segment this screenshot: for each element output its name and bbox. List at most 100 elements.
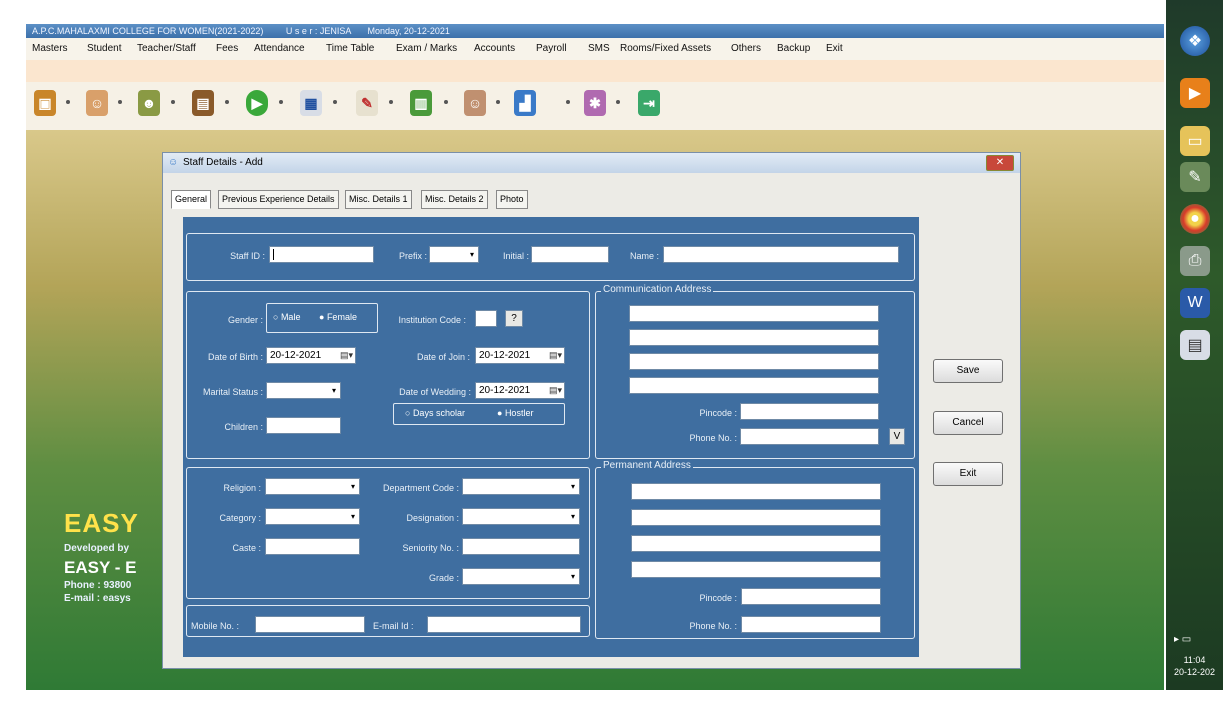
marital-status-select[interactable]: ▾ [266,382,341,399]
chevron-down-icon: ▾ [570,572,575,581]
books-icon[interactable]: ▤ [192,90,214,116]
menu-payroll[interactable]: Payroll [536,43,567,54]
app-window-icon[interactable]: ▤ [1180,330,1210,360]
menu-exam-marks[interactable]: Exam / Marks [396,43,457,54]
menu-accounts[interactable]: Accounts [474,43,515,54]
word-icon[interactable]: W [1180,288,1210,318]
save-button[interactable]: Save [933,359,1003,383]
female-radio[interactable]: ● Female [319,312,357,322]
initial-field[interactable] [531,246,609,263]
religion-label: Religion : [223,483,261,493]
person-icon[interactable]: ☺ [464,90,486,116]
printer-icon[interactable]: ⎙ [1180,246,1210,276]
tab-general[interactable]: General [171,190,212,209]
grade-select[interactable]: ▾ [462,568,580,585]
notification-icon[interactable]: ▸ ▭ [1174,634,1191,645]
people-icon[interactable]: ☻ [138,90,160,116]
copy-address-button[interactable]: V [889,428,905,445]
perm-address-line-2[interactable] [631,509,881,526]
edit-icon[interactable]: ✎ [356,90,378,116]
perm-address-line-4[interactable] [631,561,881,578]
doj-picker[interactable]: 20-12-2021 ▤▾ [475,347,565,364]
exit-button[interactable]: Exit [933,462,1003,486]
grade-label: Grade : [428,573,459,583]
designation-label: Designation : [406,513,459,523]
toolbar-separator [66,100,70,104]
toolbar-separator [171,100,175,104]
tab-misc-details-2[interactable]: Misc. Details 2 [421,190,488,209]
caste-field[interactable] [265,538,360,555]
toolbar-separator [389,100,393,104]
dow-value: 20-12-2021 [479,385,531,396]
hostler-radio[interactable]: ● Hostler [497,408,533,418]
staff-id-field[interactable] [269,246,374,263]
comm-address-line-3[interactable] [629,353,879,370]
brand-email: E-mail : easys [64,593,131,604]
menu-attendance[interactable]: Attendance [254,43,305,54]
chevron-down-icon: ▾ [570,482,575,491]
menu-others[interactable]: Others [731,43,761,54]
perm-address-line-3[interactable] [631,535,881,552]
gift-icon[interactable]: ▣ [34,90,56,116]
reader-icon[interactable]: ▥ [410,90,432,116]
tab-photo[interactable]: Photo [496,190,528,209]
comm-pincode-field[interactable] [740,403,879,420]
communication-address-title: Communication Address [601,284,714,295]
folder-icon[interactable]: ▭ [1180,126,1210,156]
play-icon[interactable]: ▶ [246,90,268,116]
user-label: U s e r : JENISA [285,26,351,36]
brand-name: EASY [64,508,139,538]
institution-code-field[interactable] [475,310,497,327]
perm-pincode-field[interactable] [741,588,881,605]
brand-block: EASY Developed by EASY - E Phone : 93800… [64,508,139,604]
menu-rooms-fixed-assets[interactable]: Rooms/Fixed Assets [620,43,711,54]
brand-company: EASY - E [64,558,137,577]
comm-address-line-4[interactable] [629,377,879,394]
close-button[interactable]: ✕ [986,155,1014,171]
category-select[interactable]: ▾ [265,508,360,525]
prefix-select[interactable]: ▾ [429,246,479,263]
religion-select[interactable]: ▾ [265,478,360,495]
department-code-select[interactable]: ▾ [462,478,580,495]
menu-time-table[interactable]: Time Table [326,43,374,54]
menu-sms[interactable]: SMS [588,43,610,54]
media-player-icon[interactable]: ▶ [1180,78,1210,108]
calendar-icon[interactable]: ▦ [300,90,322,116]
perm-address-line-1[interactable] [631,483,881,500]
dow-picker[interactable]: 20-12-2021 ▤▾ [475,382,565,399]
tab-misc-details-1[interactable]: Misc. Details 1 [345,190,412,209]
menu-fees[interactable]: Fees [216,43,238,54]
chart-icon[interactable]: ▟ [514,90,536,116]
tab-previous-experience[interactable]: Previous Experience Details [218,190,339,209]
days-scholar-radio[interactable]: ○ Days scholar [405,408,465,418]
settings-icon[interactable]: ✱ [584,90,606,116]
paint-icon[interactable]: ✎ [1180,162,1210,192]
menu-teacher-staff[interactable]: Teacher/Staff [137,43,196,54]
male-radio[interactable]: ○ Male [273,312,300,322]
menu-exit[interactable]: Exit [826,43,843,54]
initial-label: Initial : [502,251,529,261]
chevron-down-icon: ▾ [331,386,336,395]
comm-phone-field[interactable] [740,428,879,445]
designation-select[interactable]: ▾ [462,508,580,525]
users-icon[interactable]: ☺ [86,90,108,116]
menu-masters[interactable]: Masters [32,43,68,54]
chrome-icon[interactable]: ● [1180,204,1210,234]
comm-address-line-2[interactable] [629,329,879,346]
start-icon[interactable]: ❖ [1180,26,1210,56]
menu-backup[interactable]: Backup [777,43,810,54]
perm-pincode-label: Pincode : [699,593,737,603]
seniority-no-field[interactable] [462,538,580,555]
mobile-no-field[interactable] [255,616,365,633]
comm-address-line-1[interactable] [629,305,879,322]
dob-picker[interactable]: 20-12-2021 ▤▾ [266,347,356,364]
cancel-button[interactable]: Cancel [933,411,1003,435]
exit-door-icon[interactable]: ⇥ [638,90,660,116]
email-id-field[interactable] [427,616,581,633]
taskbar: ❖ ▶ ▭ ✎ ● ⎙ W ▤ ▸ ▭ 11:04 20-12-202 [1166,0,1223,690]
menu-student[interactable]: Student [87,43,121,54]
help-button[interactable]: ? [505,310,523,327]
name-field[interactable] [663,246,899,263]
children-field[interactable] [266,417,341,434]
perm-phone-field[interactable] [741,616,881,633]
